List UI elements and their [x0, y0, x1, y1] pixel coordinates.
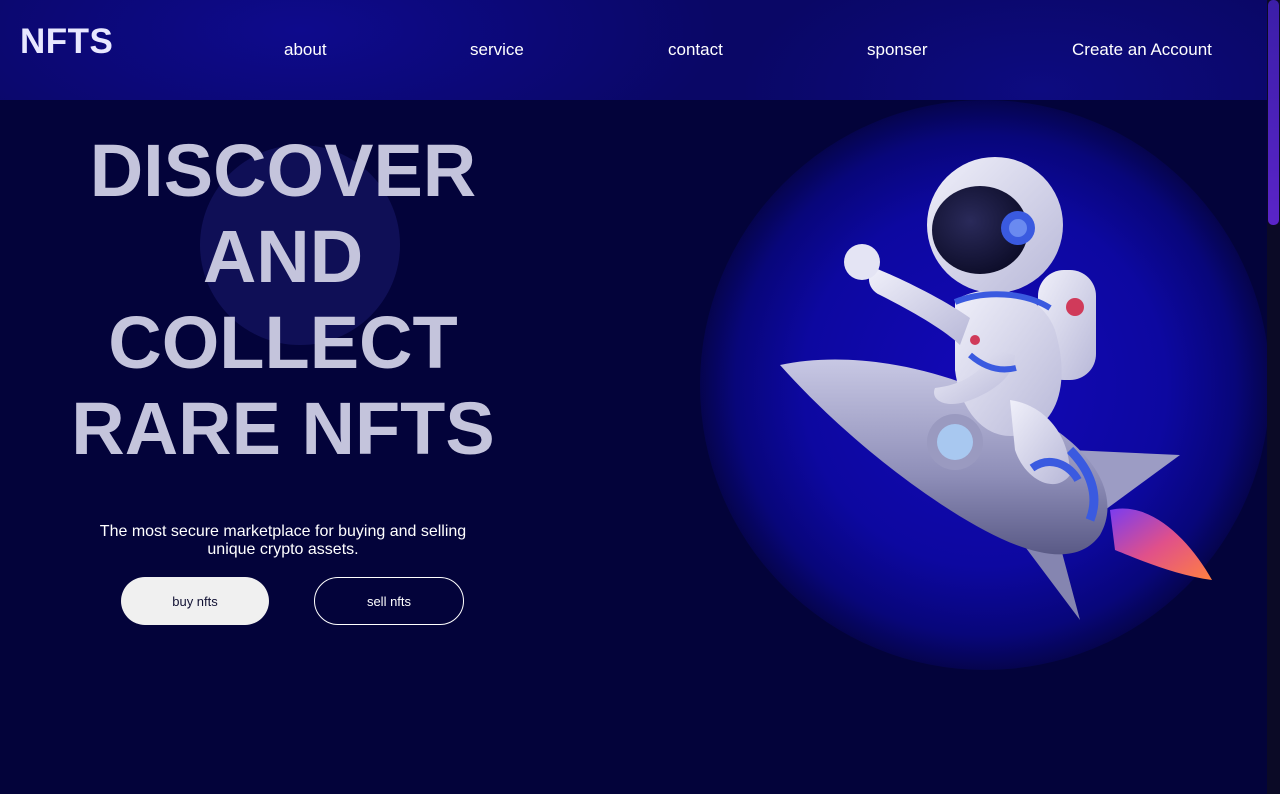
hero-title-line: DISCOVER: [89, 129, 477, 212]
sell-nfts-button[interactable]: sell nfts: [314, 577, 464, 625]
header: NFTS about service contact sponser Creat…: [0, 0, 1267, 100]
nav-contact[interactable]: contact: [668, 40, 723, 60]
hero-title-line: COLLECT: [108, 301, 458, 384]
hero-title-line: AND: [202, 215, 364, 298]
hero-subtitle: The most secure marketplace for buying a…: [99, 523, 467, 558]
logo[interactable]: NFTS: [20, 22, 113, 62]
scrollbar-thumb[interactable]: [1268, 0, 1279, 225]
buy-nfts-button[interactable]: buy nfts: [121, 577, 269, 625]
hero-title-line: RARE NFTS: [71, 387, 495, 470]
nav-create-account[interactable]: Create an Account: [1072, 40, 1212, 60]
nav-about[interactable]: about: [284, 40, 327, 60]
nav-sponser[interactable]: sponser: [867, 40, 927, 60]
nav-service[interactable]: service: [470, 40, 524, 60]
page: NFTS about service contact sponser Creat…: [0, 0, 1267, 794]
astronaut-rocket-illustration: [780, 157, 1212, 620]
hero-title: DISCOVER AND COLLECT RARE NFTS: [40, 128, 526, 472]
